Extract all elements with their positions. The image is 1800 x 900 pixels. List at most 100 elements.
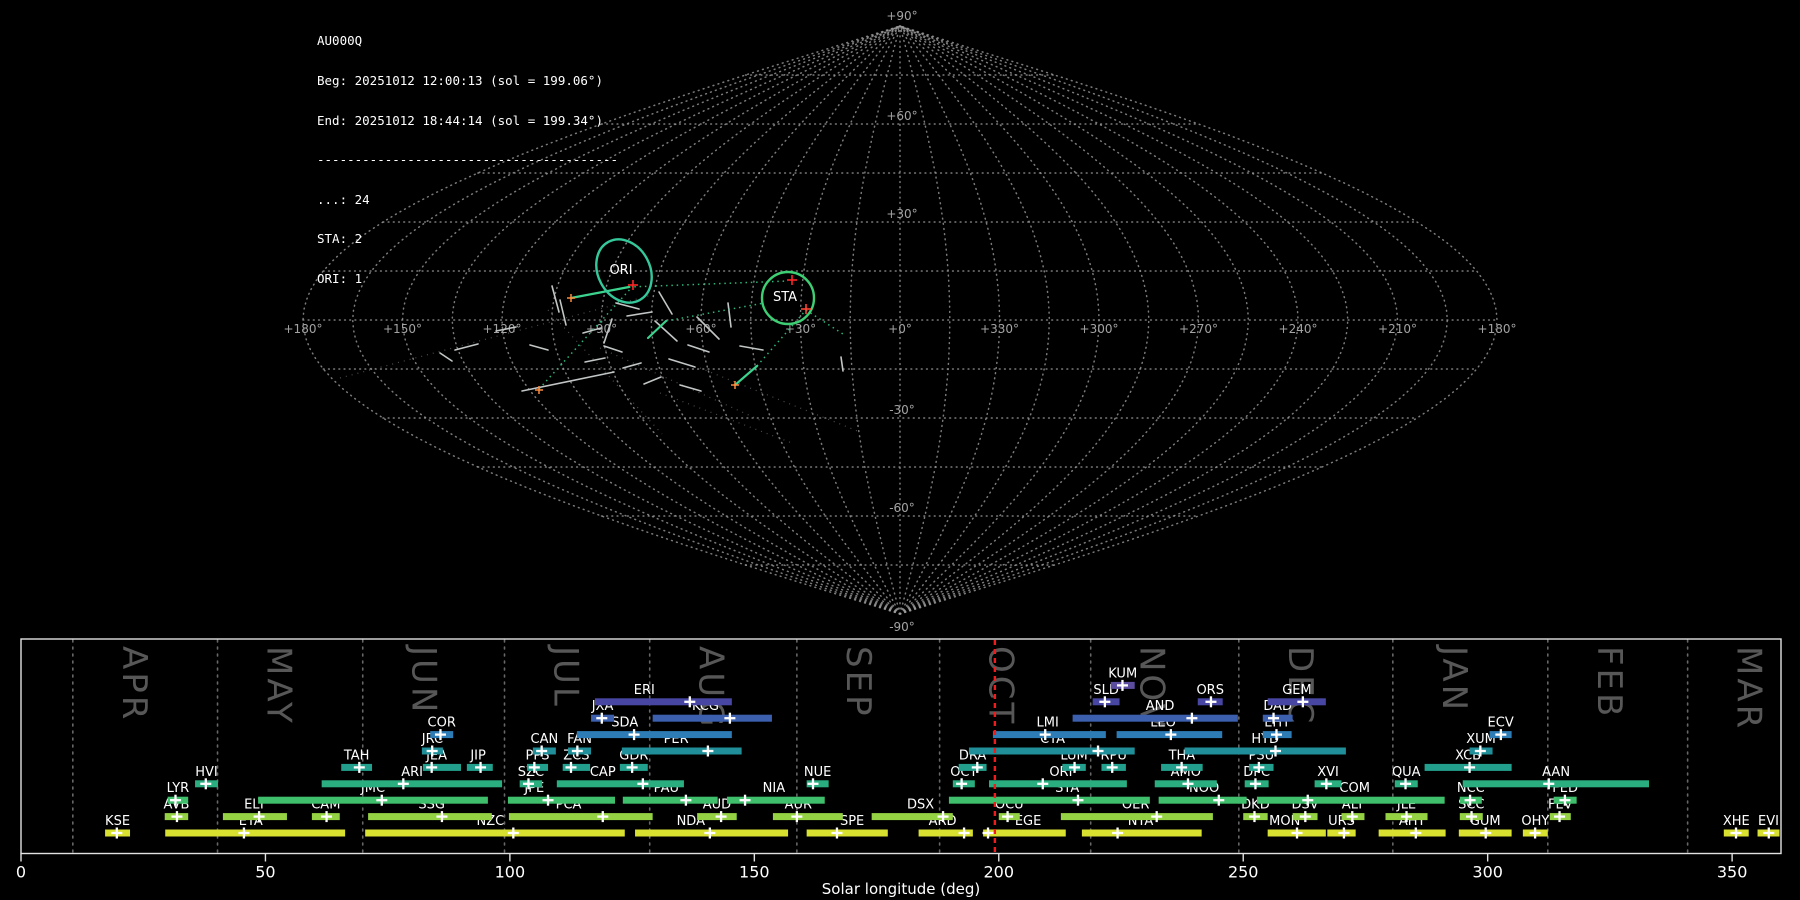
- x-tick-label: 350: [1717, 863, 1748, 882]
- shower-label-AND: AND: [1146, 699, 1175, 714]
- shower-label-JIP: JIP: [469, 748, 486, 763]
- shower-activity-HVI: HVI: [195, 765, 219, 790]
- sporadic-meteor: [687, 344, 710, 353]
- shower-bar-SSG: [368, 813, 492, 821]
- shower-label-EVI: EVI: [1758, 814, 1779, 829]
- shower-bar-ORI: [989, 780, 1127, 788]
- month-label-MAY: MAY: [259, 646, 299, 726]
- shower-label-CAP: CAP: [590, 765, 616, 780]
- radiant-fit-cross-STA: [787, 275, 797, 285]
- count-sporadic: ...: 24: [317, 191, 370, 207]
- shower-activity-EVI: EVI: [1757, 814, 1780, 839]
- latitude-label: +30°: [886, 207, 917, 221]
- shower-bar-AAN: [1462, 780, 1650, 788]
- shower-label-TAH: TAH: [343, 748, 370, 763]
- shower-activity-NUE: NUE: [804, 765, 831, 790]
- x-axis-title: Solar longitude (deg): [822, 880, 980, 898]
- shower-bar-CAP: [556, 780, 684, 788]
- station-id: AU000Q: [317, 33, 363, 49]
- radiant-label-STA: STA: [773, 290, 797, 305]
- longitude-label: +60°: [685, 322, 716, 336]
- shower-meteor-trail: [756, 309, 807, 367]
- shower-bar-AND: [1072, 714, 1238, 722]
- longitude-label: +270°: [1179, 322, 1218, 336]
- latitude-label: +90°: [886, 9, 917, 23]
- shower-bar-GEM: [1267, 698, 1326, 706]
- meteor-report-screenshot: +180°+150°+120°+90°+60°+30°+0°+330°+300°…: [0, 0, 1800, 900]
- sporadic-meteor: [679, 384, 702, 392]
- latitude-label: -30°: [889, 403, 915, 417]
- x-tick-label: 150: [739, 863, 770, 882]
- sporadic-meteor: [643, 376, 662, 385]
- sporadic-meteor: [584, 357, 606, 363]
- sporadic-meteor: [603, 345, 623, 353]
- month-label-OCT: OCT: [981, 646, 1021, 726]
- sporadic-meteor: [454, 343, 479, 351]
- month-label-FEB: FEB: [1589, 646, 1629, 719]
- shower-label-XHE: XHE: [1723, 814, 1750, 829]
- longitude-label: +90°: [586, 322, 617, 336]
- sporadic-meteor: [439, 352, 453, 362]
- shower-activity-XCB: XCB: [1424, 748, 1512, 773]
- shower-label-COM: COM: [1339, 781, 1370, 796]
- shower-label-SDA: SDA: [611, 716, 638, 731]
- sporadic-meteor: [521, 371, 615, 392]
- longitude-label: +180°: [1478, 322, 1517, 336]
- count-sta: STA: 2: [317, 231, 363, 247]
- shower-label-XVI: XVI: [1317, 765, 1339, 780]
- shower-bar-PAU: [622, 796, 718, 804]
- latitude-label: -60°: [889, 501, 915, 515]
- month-label-JUN: JUN: [404, 644, 444, 715]
- plot-canvas: +180°+150°+120°+90°+60°+30°+0°+330°+300°…: [16, 9, 1782, 898]
- shower-label-AAN: AAN: [1542, 765, 1570, 780]
- shower-label-COR: COR: [428, 716, 456, 731]
- shower-label-ECV: ECV: [1488, 716, 1514, 731]
- longitude-label: +180°: [284, 322, 323, 336]
- shower-bar-JMC: [258, 796, 488, 804]
- longitude-label: +240°: [1279, 322, 1318, 336]
- shower-activity-LYR: LYR: [167, 781, 190, 806]
- shower-label-SPE: SPE: [840, 814, 864, 829]
- shower-bar-PCA: [508, 813, 653, 821]
- shower-bar-NOO: [1158, 796, 1247, 804]
- shower-activity-XHE: XHE: [1723, 814, 1750, 839]
- radiant-fit-cross-ORI: [628, 280, 638, 290]
- shower-activity-XVI: XVI: [1314, 765, 1342, 790]
- x-tick-label: 50: [255, 863, 275, 882]
- shower-bar-NTA: [1081, 829, 1202, 837]
- month-label-MAR: MAR: [1729, 646, 1769, 731]
- shower-bar-COM: [1256, 796, 1445, 804]
- x-tick-label: 0: [16, 863, 26, 882]
- shower-label-CAN: CAN: [531, 732, 559, 747]
- shower-label-ARI: ARI: [401, 765, 423, 780]
- shower-bar-ARI: [321, 780, 503, 788]
- shower-bar-PER: [621, 747, 742, 755]
- shower-bar-JPE: [507, 796, 616, 804]
- separator-line: ----------------------------------------: [317, 152, 619, 168]
- shower-label-QUA: QUA: [1392, 765, 1421, 780]
- shower-label-KSE: KSE: [105, 814, 130, 829]
- shower-bar-SDA: [576, 731, 732, 739]
- shower-label-NUE: NUE: [804, 765, 831, 780]
- obs-begin: Beg: 20251012 12:00:13 (sol = 199.06°): [317, 73, 603, 89]
- shower-label-KUM: KUM: [1108, 666, 1137, 681]
- shower-label-NIA: NIA: [763, 781, 786, 796]
- shower-label-LMI: LMI: [1037, 716, 1059, 731]
- shower-activity-KUM: KUM: [1108, 666, 1137, 691]
- x-tick-label: 100: [495, 863, 526, 882]
- sporadic-meteor: [626, 311, 653, 317]
- latitude-label: -90°: [889, 620, 915, 634]
- observation-header: AU000Q Beg: 20251012 12:00:13 (sol = 199…: [317, 8, 618, 312]
- shower-activity-COR: COR: [428, 716, 456, 741]
- obs-end: End: 20251012 18:44:14 (sol = 199.34°): [317, 112, 603, 128]
- sporadic-meteor: [654, 320, 678, 342]
- shower-bar-HYD: [1184, 747, 1346, 755]
- shower-bar-AUR: [772, 813, 843, 821]
- longitude-label: +330°: [980, 322, 1019, 336]
- shower-activity-CAN: CAN: [531, 732, 559, 757]
- shower-activity-QUA: QUA: [1392, 765, 1421, 790]
- shower-label-ERI: ERI: [634, 683, 655, 698]
- count-ori: ORI: 1: [317, 271, 363, 287]
- shower-label-LYR: LYR: [167, 781, 190, 796]
- sporadic-meteor: [529, 344, 549, 351]
